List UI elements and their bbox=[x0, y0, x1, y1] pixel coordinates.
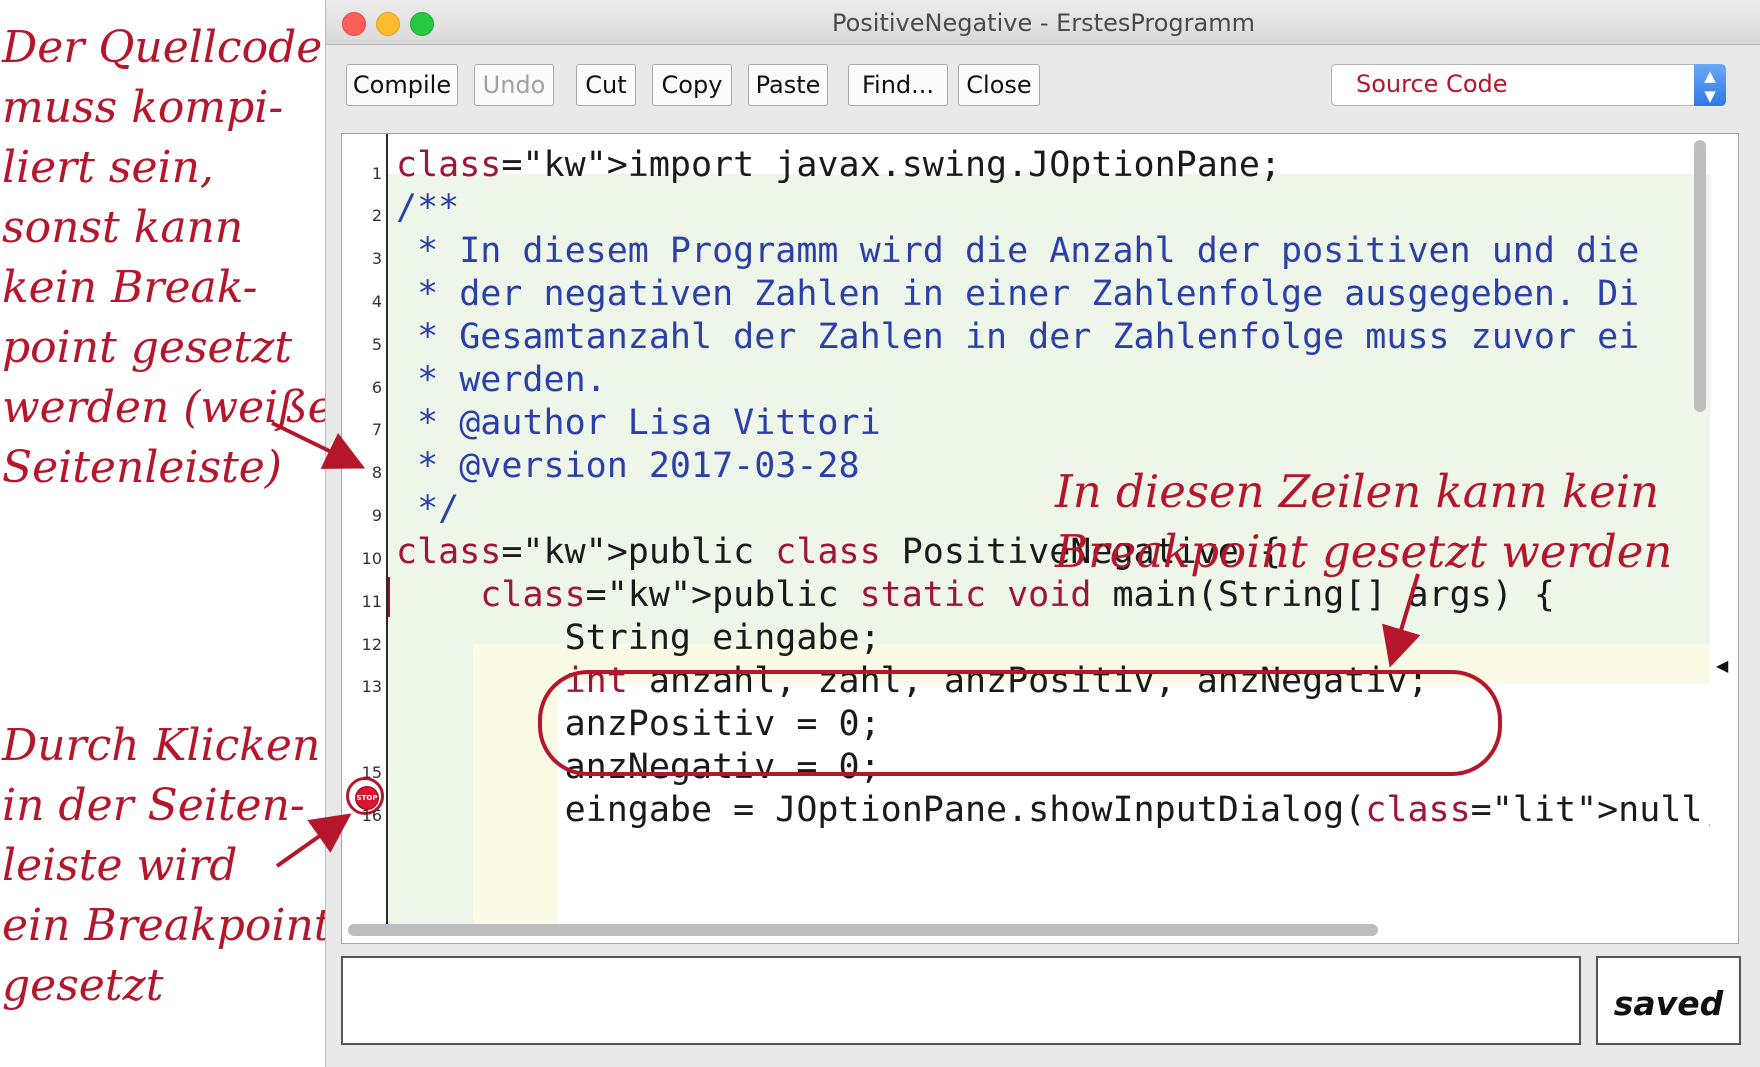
horizontal-scrollbar[interactable] bbox=[348, 924, 1378, 936]
chevron-up-down-icon: ▲ ▼ bbox=[1694, 64, 1726, 106]
line-number: 3 bbox=[371, 249, 382, 268]
annotation-breakpoint-note: Durch Klicken in der Seiten- leiste wird… bbox=[2, 720, 332, 1011]
code-line: /** bbox=[396, 188, 460, 228]
message-area bbox=[341, 956, 1581, 1045]
line-number: 15 bbox=[361, 763, 382, 782]
status-box: saved bbox=[1596, 956, 1741, 1045]
line-number: 16 bbox=[361, 806, 382, 825]
line-number: 13 bbox=[361, 677, 382, 696]
copy-button[interactable]: Copy bbox=[652, 64, 732, 106]
view-select-value: Source Code bbox=[1356, 70, 1508, 98]
code-line: anzNegativ = 0; bbox=[396, 747, 881, 787]
code-line: * der negativen Zahlen in einer Zahlenfo… bbox=[396, 274, 1640, 314]
line-number: 4 bbox=[371, 292, 382, 311]
undo-button[interactable]: Undo bbox=[474, 64, 554, 106]
line-number: 11 bbox=[361, 592, 382, 611]
collapse-arrow-icon[interactable]: ◀ bbox=[1716, 656, 1728, 675]
status-text: saved bbox=[1613, 984, 1724, 1023]
code-line: String eingabe; bbox=[396, 618, 881, 658]
line-number: 12 bbox=[361, 635, 382, 654]
annotation-compile-note: Der Quellcode muss kompi- liert sein, so… bbox=[2, 22, 334, 493]
title-bar: PositiveNegative - ErstesProgramm bbox=[326, 0, 1760, 45]
find-button[interactable]: Find... bbox=[848, 64, 948, 106]
window-title: PositiveNegative - ErstesProgramm bbox=[832, 9, 1255, 37]
breakpoint-gutter[interactable]: 1 2 3 4 5 6 7 8 9 10 11 12 13 STOP 15 16 bbox=[342, 134, 388, 924]
code-line: * In diesem Programm wird die Anzahl der… bbox=[396, 231, 1640, 271]
close-button[interactable]: Close bbox=[958, 64, 1040, 106]
class-scope-marker bbox=[388, 577, 390, 617]
line-number: 10 bbox=[361, 549, 382, 568]
view-select[interactable]: Source Code ▲ ▼ bbox=[1331, 64, 1726, 106]
line-number: 9 bbox=[371, 506, 382, 525]
annotation-no-breakpoint-note: In diesen Zeilen kann kein Breakpoint ge… bbox=[1055, 465, 1673, 578]
code-line: * Gesamtanzahl der Zahlen in der Zahlenf… bbox=[396, 317, 1640, 357]
line-number: 2 bbox=[371, 206, 382, 225]
line-number: 1 bbox=[371, 164, 382, 183]
vertical-scrollbar[interactable] bbox=[1694, 140, 1706, 412]
code-line: anzPositiv = 0; bbox=[396, 704, 881, 744]
line-number: 6 bbox=[371, 378, 382, 397]
code-line: * @author Lisa Vittori bbox=[396, 403, 881, 443]
code-line: class="kw">import javax.swing.JOptionPan… bbox=[396, 145, 1282, 185]
code-line: * @version 2017-03-28 bbox=[396, 446, 860, 486]
code-line: int anzahl, zahl, anzPositiv, anzNegativ… bbox=[564, 661, 1429, 701]
line-number: 8 bbox=[371, 463, 382, 482]
paste-button[interactable]: Paste bbox=[748, 64, 828, 106]
line-number: 5 bbox=[371, 335, 382, 354]
cut-button[interactable]: Cut bbox=[576, 64, 636, 106]
code-line: eingabe = JOptionPane.showInputDialog(cl… bbox=[396, 790, 1710, 830]
line-number: 7 bbox=[371, 420, 382, 439]
code-line: * werden. bbox=[396, 360, 607, 400]
compile-button[interactable]: Compile bbox=[346, 64, 458, 106]
code-line: */ bbox=[396, 489, 460, 529]
